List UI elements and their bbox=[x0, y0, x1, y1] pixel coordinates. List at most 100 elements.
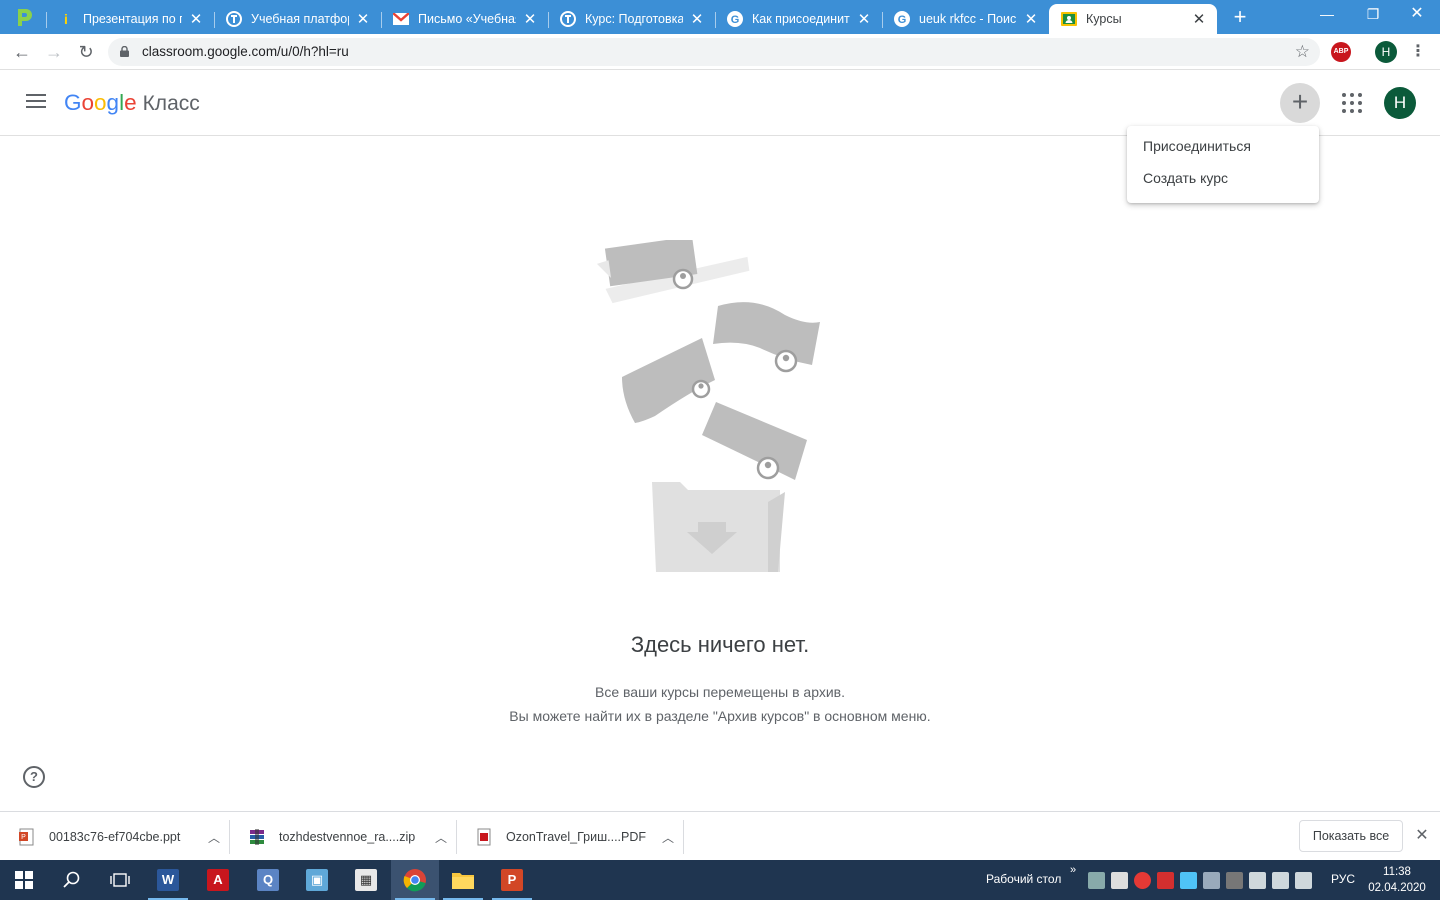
empty-state-title: Здесь ничего нет. bbox=[630, 632, 810, 657]
empty-state-text-1: Все ваши курсы перемещены в архив. bbox=[595, 684, 845, 700]
product-name: Класс bbox=[142, 92, 200, 115]
tray-app-icon[interactable] bbox=[1226, 871, 1243, 889]
google-icon: G bbox=[727, 11, 743, 27]
classroom-logo[interactable]: Google Класс bbox=[64, 90, 200, 116]
browser-tab-active[interactable]: Курсы ✕ bbox=[1049, 4, 1217, 34]
adblock-extension-icon[interactable]: ABP bbox=[1331, 42, 1351, 62]
taskbar-acrobat[interactable]: A bbox=[194, 860, 242, 900]
download-item[interactable]: P 00183c76-ef704cbe.ppt ︿ bbox=[0, 820, 230, 854]
help-icon[interactable]: ? bbox=[23, 766, 45, 788]
taskbar-file-explorer[interactable] bbox=[439, 860, 487, 900]
taskbar-chrome[interactable] bbox=[391, 860, 439, 900]
pinned-tab-icon[interactable] bbox=[10, 6, 36, 28]
ppt-file-icon: P bbox=[19, 828, 34, 846]
taskbar-control-panel[interactable]: ▣ bbox=[293, 860, 341, 900]
search-button[interactable] bbox=[48, 860, 96, 900]
control-panel-icon: ▣ bbox=[306, 869, 328, 891]
empty-state-text-2: Вы можете найти их в разделе "Архив курс… bbox=[509, 708, 931, 724]
browser-tab[interactable]: Курс: Подготовка ✕ bbox=[548, 4, 715, 34]
close-tab-icon[interactable]: ✕ bbox=[856, 10, 872, 28]
tray-app-icon[interactable] bbox=[1134, 871, 1151, 889]
tab-title: Учебная платформ bbox=[251, 12, 349, 26]
join-course-menu-item[interactable]: Присоединиться bbox=[1127, 130, 1319, 162]
close-shelf-icon[interactable]: ✕ bbox=[1412, 826, 1432, 846]
tray-app-icon[interactable] bbox=[1180, 871, 1197, 889]
platform-icon bbox=[560, 11, 576, 27]
notification-icon[interactable] bbox=[1295, 871, 1312, 889]
tray-app-icon[interactable] bbox=[1088, 871, 1105, 889]
google-apps-icon[interactable] bbox=[1340, 91, 1364, 115]
close-tab-icon[interactable]: ✕ bbox=[188, 10, 204, 28]
chevron-up-icon[interactable]: ︿ bbox=[426, 829, 456, 846]
taskbar-calculator[interactable]: ▦ bbox=[342, 860, 390, 900]
download-file-name: 00183c76-ef704cbe.ppt bbox=[49, 830, 181, 844]
tray-app-icon[interactable] bbox=[1111, 871, 1128, 889]
calculator-icon: ▦ bbox=[355, 869, 377, 891]
tab-title: Презентация по ге bbox=[83, 12, 182, 26]
taskbar-clock[interactable]: 11:38 02.04.2020 bbox=[1366, 864, 1428, 896]
browser-profile-avatar[interactable]: H bbox=[1375, 41, 1397, 63]
windows-logo-icon bbox=[15, 871, 33, 889]
gmail-icon bbox=[393, 11, 409, 27]
close-tab-icon[interactable]: ✕ bbox=[522, 10, 538, 28]
toolbar-overflow-icon[interactable]: » bbox=[1070, 864, 1076, 876]
system-tray bbox=[1088, 870, 1312, 890]
taskbar-powerpoint[interactable]: P bbox=[488, 860, 536, 900]
info-icon: i bbox=[64, 11, 68, 27]
start-button[interactable] bbox=[0, 860, 48, 900]
browser-tab[interactable]: i Презентация по ге ✕ bbox=[46, 4, 214, 34]
reload-button[interactable]: ↻ bbox=[74, 40, 98, 64]
svg-text:P: P bbox=[21, 834, 26, 841]
download-item[interactable]: tozhdestvennoe_ra....zip ︿ bbox=[230, 820, 457, 854]
tab-title: Как присоединить bbox=[752, 12, 850, 26]
magnifier-app-icon: Q bbox=[257, 869, 279, 891]
back-button[interactable]: ← bbox=[10, 40, 34, 64]
input-language-indicator[interactable]: РУС bbox=[1331, 872, 1355, 886]
browser-tab[interactable]: Письмо «Учебная ✕ bbox=[381, 4, 548, 34]
tray-app-icon[interactable] bbox=[1157, 871, 1174, 889]
main-menu-icon[interactable] bbox=[24, 94, 48, 112]
platform-icon bbox=[226, 11, 242, 27]
tab-title: ueuk rkfcc - Поиск bbox=[919, 12, 1017, 26]
browser-toolbar: ← → ↻ classroom.google.com/u/0/h?hl=ru ☆ bbox=[0, 34, 1440, 70]
download-file-name: OzonTravel_Гриш....PDF bbox=[506, 830, 647, 844]
svg-text:G: G bbox=[898, 14, 907, 26]
close-tab-icon[interactable]: ✕ bbox=[1191, 10, 1207, 28]
restore-window-button[interactable]: ❐ bbox=[1350, 0, 1396, 30]
browser-menu-icon[interactable]: ⋮ bbox=[1410, 40, 1426, 64]
taskbar-word[interactable]: W bbox=[144, 860, 192, 900]
browser-tab[interactable]: Учебная платформ ✕ bbox=[214, 4, 381, 34]
create-course-menu-item[interactable]: Создать курс bbox=[1127, 162, 1319, 194]
forward-button[interactable]: → bbox=[42, 40, 66, 64]
close-tab-icon[interactable]: ✕ bbox=[1023, 10, 1039, 28]
close-tab-icon[interactable]: ✕ bbox=[355, 10, 371, 28]
classroom-icon bbox=[1061, 11, 1077, 27]
browser-tab[interactable]: G ueuk rkfcc - Поиск ✕ bbox=[882, 4, 1049, 34]
tab-title: Курс: Подготовка bbox=[585, 12, 683, 26]
folder-icon bbox=[452, 873, 474, 889]
minimize-window-button[interactable]: — bbox=[1304, 0, 1350, 30]
network-icon[interactable] bbox=[1249, 871, 1266, 889]
bookmark-star-icon[interactable]: ☆ bbox=[1295, 42, 1310, 62]
chevron-up-icon[interactable]: ︿ bbox=[199, 829, 229, 846]
show-all-downloads-button[interactable]: Показать все bbox=[1299, 820, 1403, 852]
google-wordmark: Google bbox=[64, 90, 137, 115]
google-icon: G bbox=[894, 11, 910, 27]
chevron-up-icon[interactable]: ︿ bbox=[653, 829, 683, 846]
close-tab-icon[interactable]: ✕ bbox=[689, 10, 705, 28]
browser-tab[interactable]: G Как присоединить ✕ bbox=[715, 4, 882, 34]
clock-time: 11:38 bbox=[1383, 866, 1411, 878]
download-item[interactable]: OzonTravel_Гриш....PDF ︿ bbox=[457, 820, 684, 854]
create-or-join-button[interactable]: + bbox=[1280, 83, 1320, 123]
onedrive-icon[interactable] bbox=[1203, 871, 1220, 889]
desktop-toolbar-label[interactable]: Рабочий стол bbox=[986, 872, 1061, 886]
new-tab-button[interactable]: + bbox=[1226, 4, 1254, 30]
volume-icon[interactable] bbox=[1272, 871, 1289, 889]
task-view-button[interactable] bbox=[96, 860, 144, 900]
address-bar[interactable]: classroom.google.com/u/0/h?hl=ru ☆ bbox=[108, 38, 1320, 66]
taskbar-search-tool[interactable]: Q bbox=[244, 860, 292, 900]
close-window-button[interactable]: ✕ bbox=[1394, 0, 1440, 30]
powerpoint-icon: P bbox=[501, 869, 523, 891]
windows-taskbar: W A Q ▣ ▦ P Рабочий стол » РУС 11:38 02.… bbox=[0, 860, 1440, 900]
user-avatar[interactable]: H bbox=[1384, 87, 1416, 119]
